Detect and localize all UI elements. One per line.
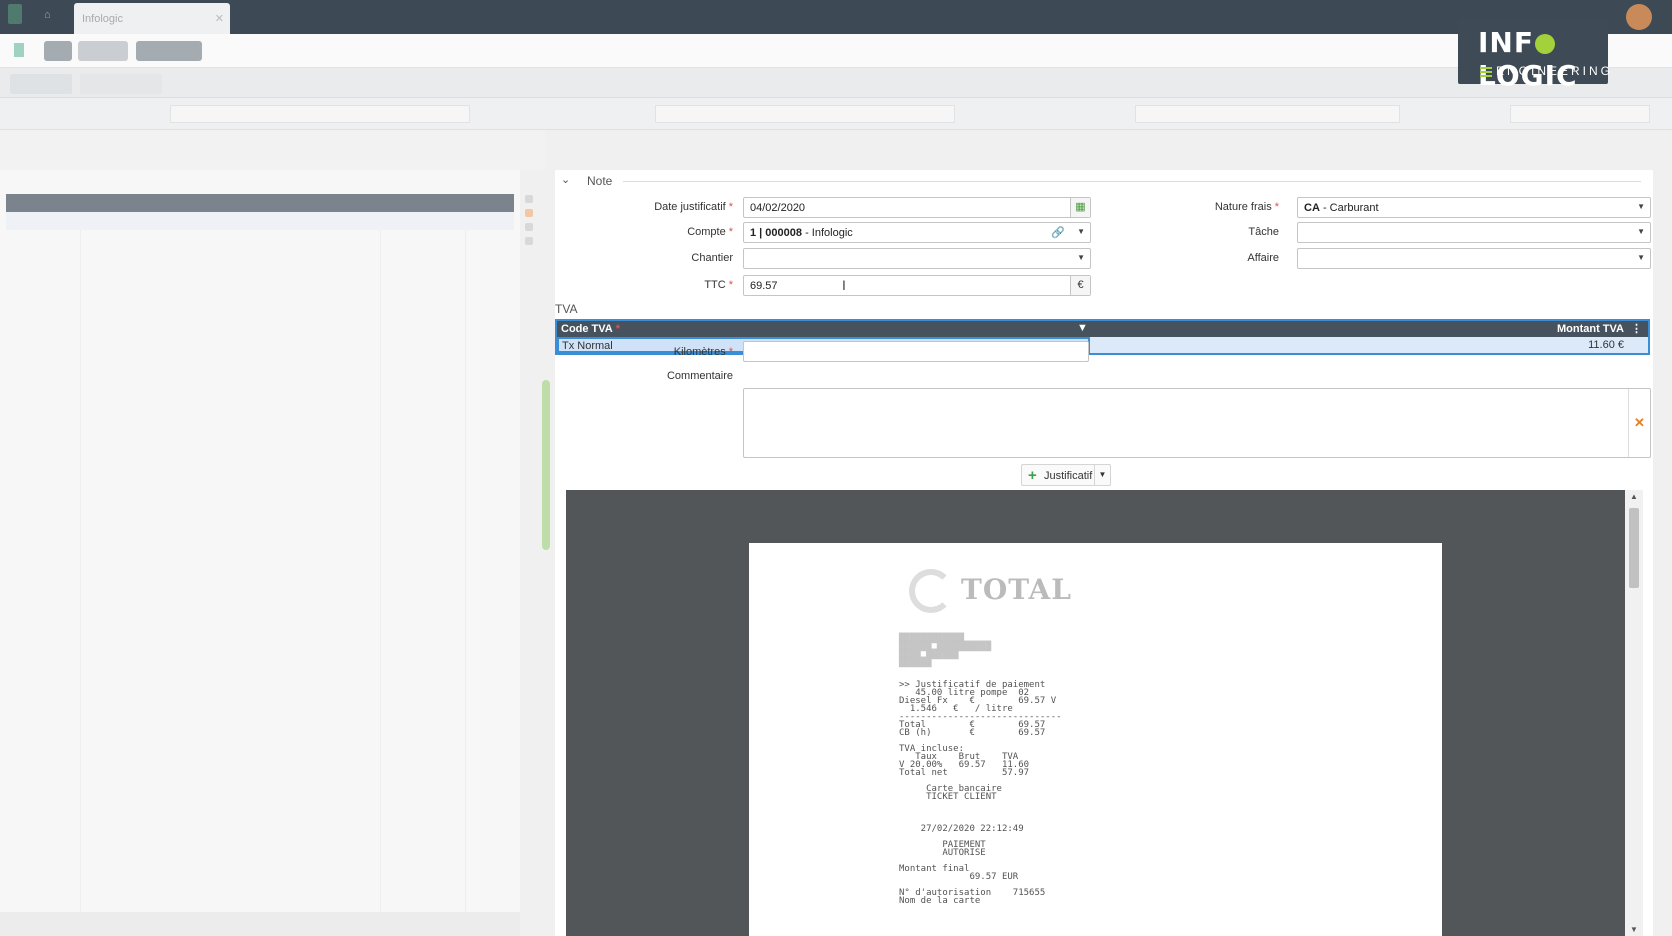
- grid-header: Code TVA * ▼ Montant TVA ⋮: [557, 321, 1648, 337]
- date-label: Date justificatif *: [654, 201, 733, 213]
- nature-name: - Carburant: [1319, 202, 1379, 214]
- calendar-icon[interactable]: ▦: [1070, 198, 1090, 217]
- home-icon[interactable]: ⌂: [44, 9, 58, 23]
- close-icon[interactable]: ✕: [215, 12, 224, 25]
- chevron-down-icon[interactable]: ▼: [1077, 227, 1085, 236]
- compte-field[interactable]: 1 | 000008 - Infologic 🔗 ▼: [743, 222, 1091, 243]
- tool-icon[interactable]: [525, 195, 533, 203]
- sub-tab[interactable]: [80, 74, 162, 94]
- filter-bar: [0, 98, 1672, 130]
- tache-label: Tâche: [1248, 226, 1279, 238]
- affaire-select[interactable]: ▼: [1297, 248, 1651, 269]
- tool-icon[interactable]: [525, 223, 533, 231]
- cell-montant[interactable]: 11.60 €: [1588, 339, 1624, 351]
- receipt-brand: TOTAL: [961, 573, 1072, 606]
- tva-section-label: TVA: [555, 302, 578, 316]
- scrollbar[interactable]: ▲ ▼: [1625, 490, 1643, 936]
- menu-button[interactable]: [44, 41, 72, 61]
- infologic-logo: INFLOGIC ENGINEERING: [1458, 18, 1610, 92]
- chevron-down-icon[interactable]: ▼: [1637, 227, 1645, 236]
- compte-label: Compte *: [687, 226, 733, 238]
- window-tab[interactable]: Infologic ✕: [74, 3, 230, 34]
- chevron-down-icon[interactable]: ▼: [1094, 465, 1110, 485]
- chevron-down-icon[interactable]: ▼: [1637, 253, 1645, 262]
- tool-icon[interactable]: [525, 237, 533, 245]
- divider: [623, 181, 1641, 182]
- list-footer: [0, 912, 520, 936]
- scroll-down-icon[interactable]: ▼: [1630, 925, 1638, 934]
- receipt-address: ████████████ ██████ ██████████ ████ ████…: [899, 634, 992, 668]
- total-logo-icon: [909, 569, 953, 613]
- clear-icon[interactable]: ✕: [1628, 389, 1650, 457]
- commentaire-label: Commentaire: [666, 370, 733, 382]
- nature-label: Nature frais *: [1214, 201, 1279, 213]
- filter-input[interactable]: [170, 105, 470, 123]
- chevron-down-icon[interactable]: ▼: [1637, 202, 1645, 211]
- chevron-down-icon[interactable]: ⌄: [561, 173, 570, 186]
- ttc-label: TTC *: [704, 279, 733, 291]
- ttc-value: 69.57: [750, 280, 778, 292]
- column-divider: [80, 230, 81, 916]
- receipt-text: >> Justificatif de paiement 45.00 litre …: [899, 680, 1062, 906]
- kilometres-input[interactable]: [743, 341, 1089, 362]
- menu-button[interactable]: [136, 41, 202, 61]
- column-header-montant[interactable]: Montant TVA: [1557, 323, 1624, 335]
- filter-input[interactable]: [1135, 105, 1400, 123]
- add-justificatif-button[interactable]: + Justificatif ▼: [1021, 464, 1111, 486]
- affaire-label: Affaire: [1247, 252, 1279, 264]
- plus-icon: +: [1028, 467, 1037, 484]
- column-header-code[interactable]: Code TVA *: [561, 323, 620, 335]
- filter-input[interactable]: [655, 105, 955, 123]
- section-header-note[interactable]: ⌄ Note: [561, 174, 1641, 190]
- side-toolbar: [522, 195, 536, 251]
- column-divider: [465, 230, 466, 916]
- date-value: 04/02/2020: [750, 202, 806, 214]
- top-bar: ⌂ Infologic ✕: [0, 0, 1672, 34]
- logo-tagline: ENGINEERING: [1496, 64, 1614, 78]
- logo-mark-icon: [1480, 65, 1492, 77]
- sub-tab-bar: [0, 68, 1672, 98]
- chevron-down-icon[interactable]: ▼: [1077, 253, 1085, 262]
- compte-name: - Infologic: [802, 227, 853, 239]
- column-divider: [380, 230, 381, 916]
- justificatif-label: Justificatif: [1044, 470, 1093, 482]
- tache-select[interactable]: ▼: [1297, 222, 1651, 243]
- date-field[interactable]: 04/02/2020 ▦: [743, 197, 1091, 218]
- nature-select[interactable]: CA - Carburant ▼: [1297, 197, 1651, 218]
- chantier-label: Chantier: [691, 252, 733, 264]
- home-icon[interactable]: [14, 43, 24, 57]
- filter-icon[interactable]: ▼: [1077, 322, 1088, 334]
- document-viewer[interactable]: TOTAL ████████████ ██████ ██████████ ███…: [566, 490, 1643, 936]
- menu-button[interactable]: [78, 41, 128, 61]
- window-tab-title: Infologic: [82, 13, 123, 25]
- list-panel: [0, 170, 550, 936]
- text-cursor-icon: I: [842, 277, 846, 293]
- sub-tab[interactable]: [10, 74, 72, 94]
- app-logo-icon: [8, 4, 22, 24]
- scroll-thumb[interactable]: [1629, 508, 1639, 588]
- menu-bar: [0, 34, 1672, 68]
- avatar[interactable]: [1626, 4, 1652, 30]
- ttc-input[interactable]: 69.57 I €: [743, 275, 1091, 296]
- list-item[interactable]: [6, 212, 514, 230]
- more-icon[interactable]: ⋮: [1631, 322, 1642, 335]
- compte-code: 1 | 000008: [750, 227, 803, 239]
- kilometres-label: Kilomètres *: [673, 346, 733, 358]
- action-bar: [0, 130, 545, 170]
- filter-input[interactable]: [1510, 105, 1650, 123]
- section-title: Note: [587, 174, 613, 188]
- note-form: ⌄ Note Date justificatif * 04/02/2020 ▦ C…: [555, 170, 1653, 936]
- tool-icon[interactable]: [525, 209, 533, 217]
- commentaire-textarea[interactable]: ✕: [743, 388, 1651, 458]
- scroll-up-icon[interactable]: ▲: [1630, 492, 1638, 501]
- chantier-select[interactable]: ▼: [743, 248, 1091, 269]
- link-icon[interactable]: 🔗: [1051, 226, 1065, 239]
- nature-code: CA: [1304, 202, 1320, 214]
- list-header: [6, 194, 514, 212]
- currency-addon: €: [1070, 276, 1090, 295]
- receipt-page: TOTAL ████████████ ██████ ██████████ ███…: [749, 543, 1442, 936]
- resize-handle[interactable]: [542, 380, 550, 550]
